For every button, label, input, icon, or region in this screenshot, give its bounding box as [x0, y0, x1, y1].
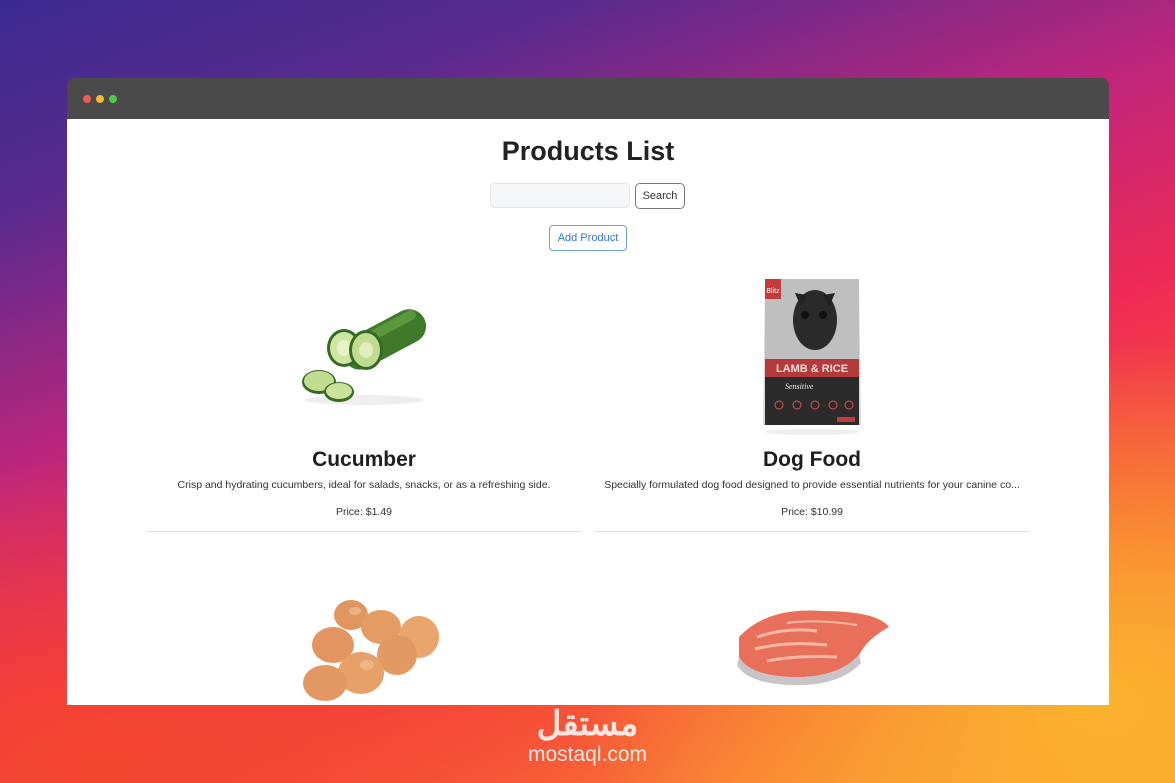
browser-window: Products List Search Add Product Cucumbe… — [67, 78, 1109, 705]
product-price: Price: $10.99 — [781, 506, 843, 518]
add-product-button[interactable]: Add Product — [549, 225, 627, 251]
mostaql-watermark: مستقل mostaql.com — [510, 704, 665, 766]
product-name: Cucumber — [312, 448, 416, 471]
product-description: Specially formulated dog food designed t… — [604, 479, 1020, 491]
salmon-steak-image — [596, 597, 1028, 705]
dog-food-bag-image: Blitz LAMB & RICE Sensitive — [596, 270, 1028, 440]
card-divider — [596, 531, 1028, 532]
window-titlebar — [67, 78, 1109, 119]
bag-variant: Sensitive — [785, 382, 814, 391]
cucumber-image — [148, 270, 580, 440]
product-card — [596, 597, 1028, 705]
product-name: Dog Food — [763, 448, 861, 471]
search-input[interactable] — [490, 183, 630, 208]
product-price: Price: $1.49 — [335, 506, 393, 518]
product-card — [148, 597, 580, 705]
brand-label: Blitz — [766, 288, 780, 295]
product-card: Cucumber Crisp and hydrating cucumbers, … — [148, 270, 580, 535]
page-content: Products List Search Add Product Cucumbe… — [67, 119, 1109, 705]
card-divider — [148, 531, 580, 532]
bag-headline: LAMB & RICE — [776, 363, 848, 375]
search-button[interactable]: Search — [635, 183, 685, 209]
eggs-image — [148, 597, 580, 705]
watermark-latin: mostaql.com — [527, 743, 648, 766]
product-description: Crisp and hydrating cucumbers, ideal for… — [177, 479, 551, 491]
close-window-dot[interactable] — [83, 95, 91, 103]
minimize-window-dot[interactable] — [96, 95, 104, 103]
maximize-window-dot[interactable] — [109, 95, 117, 103]
page-title: Products List — [501, 136, 675, 166]
watermark-arabic: مستقل — [536, 705, 639, 743]
product-card: Blitz LAMB & RICE Sensitive Dog Food Spe… — [596, 270, 1028, 535]
